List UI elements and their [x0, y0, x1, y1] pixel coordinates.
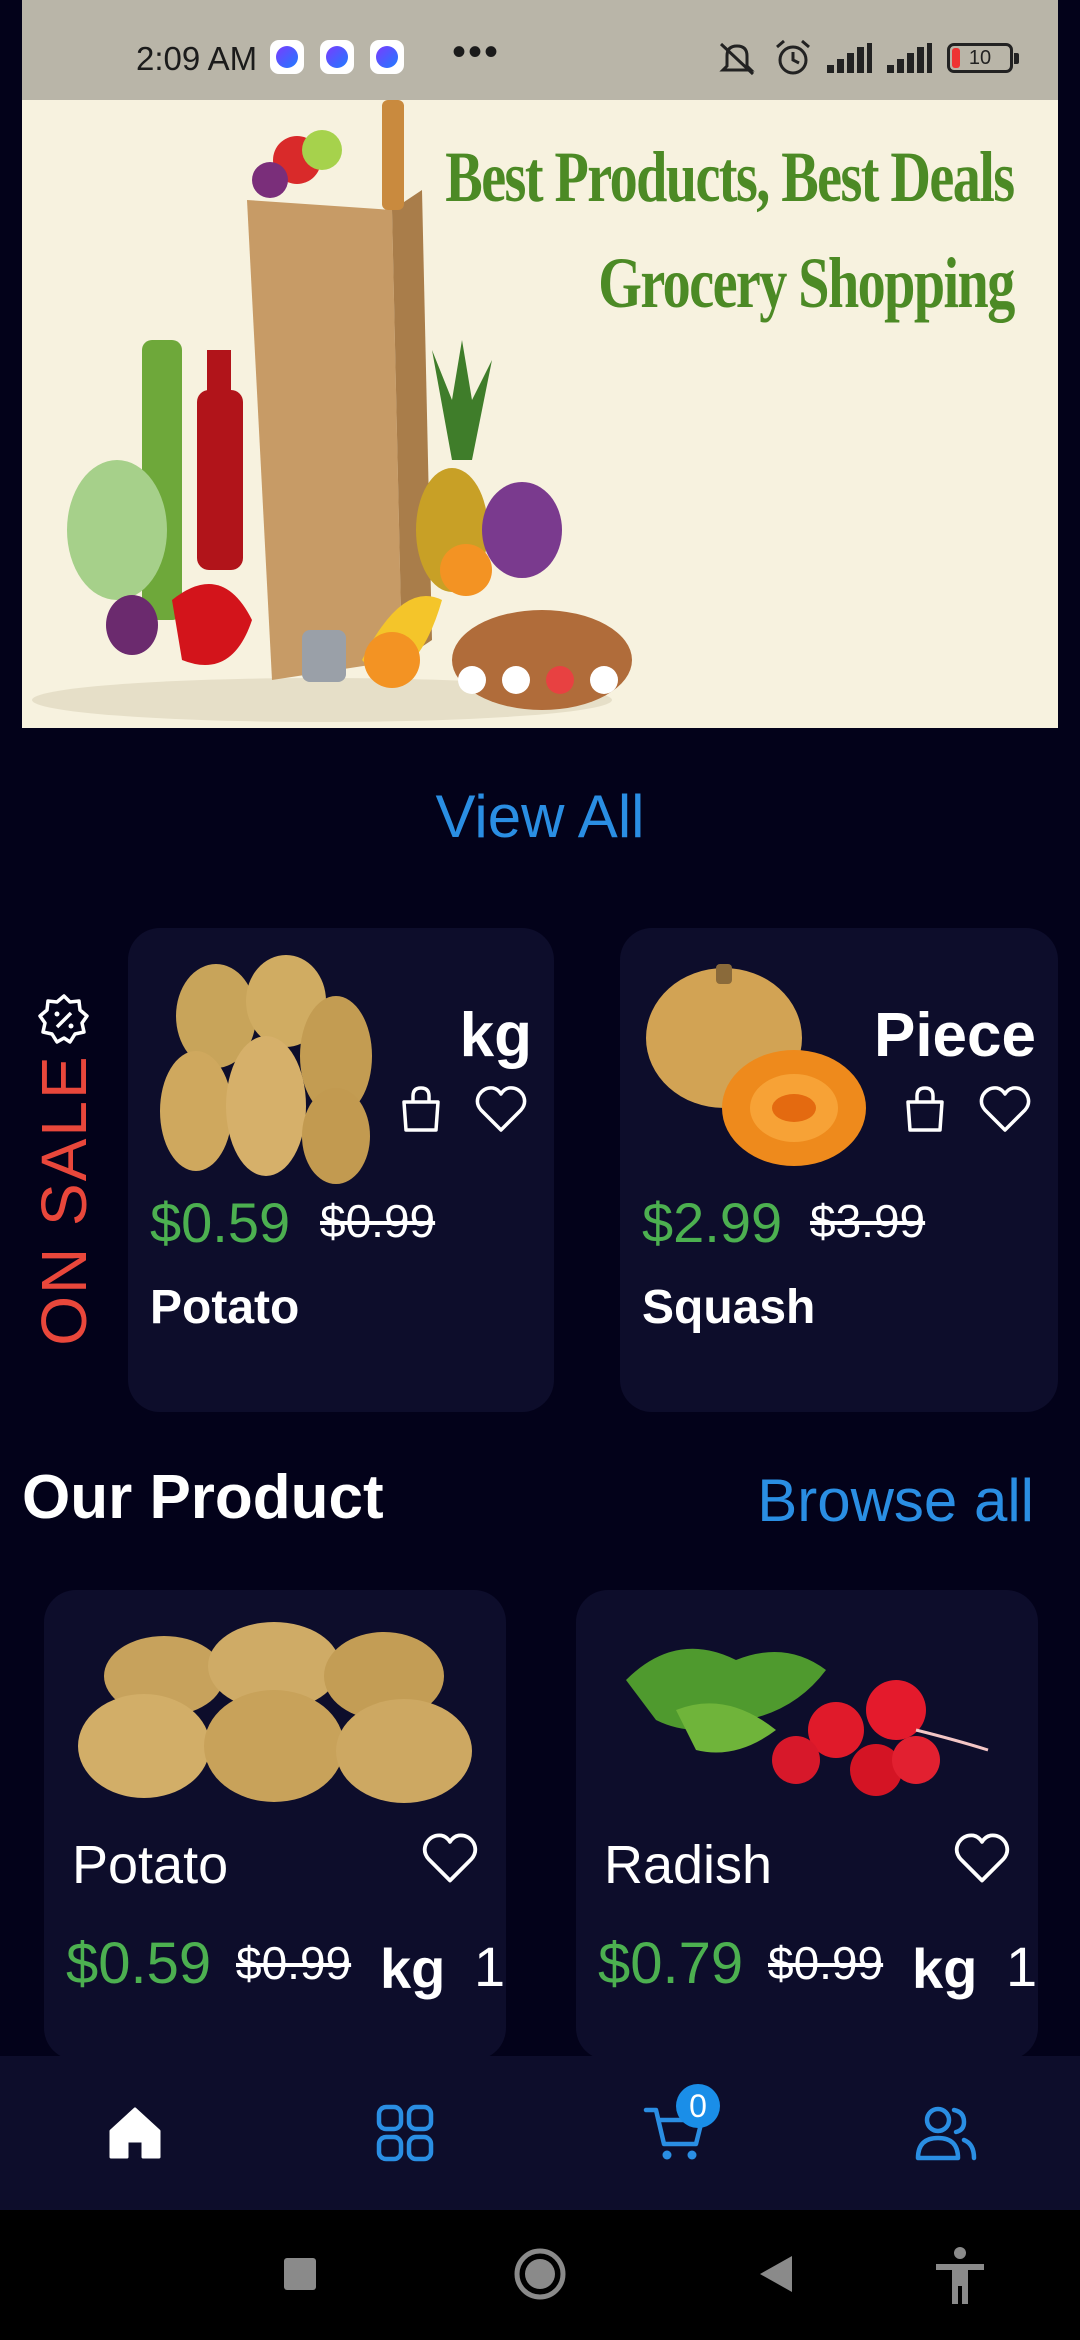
discount-badge-icon	[38, 994, 89, 1044]
grid-icon	[376, 2104, 434, 2162]
circle-icon	[514, 2248, 566, 2300]
square-icon	[284, 2258, 316, 2290]
radish-image	[626, 1648, 989, 1796]
status-time: 2:09 AM	[136, 40, 258, 77]
sale-product-card[interactable]: kg $0.59 $0.99 Potato	[128, 928, 554, 1412]
potato-image	[78, 1622, 472, 1803]
original-price: $0.99	[236, 1937, 352, 1989]
users-icon	[915, 2106, 977, 2161]
nav-cart[interactable]: 0	[640, 2084, 720, 2168]
system-navigation-bar	[0, 2210, 1080, 2340]
app-screen: 2:09 AM ••• 10 Best Products, Best Deals…	[0, 0, 1080, 2340]
nav-profile[interactable]	[910, 2098, 980, 2168]
favorite-button[interactable]	[952, 1830, 1012, 1891]
bag-icon	[402, 1086, 440, 1132]
card-actions	[896, 1080, 1034, 1138]
view-all-link[interactable]: View All	[0, 782, 1080, 851]
on-sale-label: ON SALE	[28, 1054, 100, 1346]
nav-home[interactable]	[100, 2098, 170, 2168]
mute-icon	[719, 42, 755, 76]
signal-icon	[887, 43, 933, 73]
carousel-dot[interactable]	[458, 666, 486, 694]
browse-all-link[interactable]: Browse all	[757, 1466, 1034, 1535]
heart-icon	[979, 1086, 1031, 1132]
sale-price: $0.79	[598, 1931, 744, 1996]
system-icons: 10	[715, 39, 1019, 76]
heart-icon	[422, 1833, 478, 1883]
heart-icon	[954, 1833, 1010, 1883]
add-to-bag-button[interactable]	[896, 1080, 954, 1138]
original-price: $3.99	[810, 1195, 926, 1247]
product-card[interactable]: Radish $0.79 $0.99 kg 1	[576, 1590, 1038, 2060]
battery-icon: 10	[947, 43, 1019, 73]
home-icon	[109, 2107, 161, 2159]
heart-icon	[475, 1086, 527, 1132]
potato-image	[160, 955, 372, 1184]
bottom-navigation: 0	[0, 2056, 1080, 2210]
messenger-icon	[370, 40, 404, 74]
product-unit: kg	[459, 1001, 532, 1070]
product-unit: Piece	[873, 1001, 1036, 1070]
back-triangle-icon	[760, 2256, 792, 2292]
banner-headline: Best Products, Best Deals	[445, 137, 1016, 217]
sale-price: $0.59	[150, 1191, 291, 1254]
alarm-icon	[776, 39, 810, 75]
original-price: $0.99	[320, 1195, 436, 1247]
product-name: Potato	[150, 1281, 300, 1334]
messenger-icon	[270, 40, 304, 74]
original-price: $0.99	[768, 1937, 884, 1989]
sale-product-card[interactable]: Piece $2.99 $3.99 Squash	[620, 928, 1058, 1412]
promo-banner[interactable]: Best Products, Best Deals Grocery Shoppi…	[22, 100, 1058, 728]
carousel-dot-active[interactable]	[546, 666, 574, 694]
sale-price: $2.99	[642, 1191, 783, 1254]
carousel-dot[interactable]	[502, 666, 530, 694]
recents-button[interactable]	[282, 2256, 318, 2297]
cart-count-badge: 0	[676, 2084, 720, 2128]
banner-subheadline: Grocery Shopping	[598, 243, 1015, 323]
sale-price: $0.59	[66, 1931, 212, 1996]
favorite-button[interactable]	[420, 1830, 480, 1891]
product-quantity: 1	[474, 1935, 506, 1998]
favorite-button[interactable]	[976, 1080, 1034, 1138]
more-notifications-icon: •••	[452, 30, 501, 74]
bag-icon	[906, 1086, 944, 1132]
product-name: Squash	[642, 1281, 816, 1334]
back-button[interactable]	[758, 2254, 794, 2299]
accessibility-icon	[936, 2247, 984, 2304]
product-name: Potato	[72, 1835, 229, 1895]
add-to-bag-button[interactable]	[392, 1080, 450, 1138]
section-title: Our Product	[22, 1463, 384, 1532]
carousel-indicators[interactable]	[458, 666, 618, 694]
product-unit: kg	[912, 1937, 978, 2000]
card-actions	[392, 1080, 530, 1138]
carousel-dot[interactable]	[590, 666, 618, 694]
product-name: Radish	[604, 1835, 773, 1895]
favorite-button[interactable]	[472, 1080, 530, 1138]
messenger-icon	[320, 40, 354, 74]
product-unit: kg	[380, 1937, 446, 2000]
status-bar: 2:09 AM ••• 10	[22, 0, 1058, 100]
product-quantity: 1	[1006, 1935, 1038, 1998]
signal-icon	[827, 43, 873, 73]
squash-image	[646, 964, 866, 1166]
nav-categories[interactable]	[370, 2098, 440, 2168]
accessibility-button[interactable]	[932, 2246, 988, 2311]
product-card[interactable]: Potato $0.59 $0.99 kg 1	[44, 1590, 506, 2060]
home-button[interactable]	[512, 2246, 568, 2307]
